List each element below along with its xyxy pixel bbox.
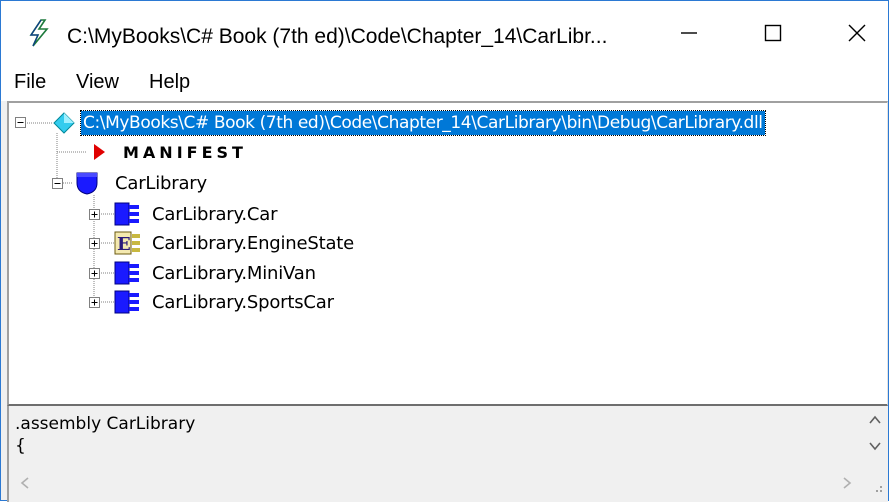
ildasm-window: C:\MyBooks\C# Book (7th ed)\Code\Chapter… [0,0,889,502]
tree-node-type[interactable]: CarLibrary.MiniVan [152,263,316,284]
disassembly-pane[interactable]: .assembly CarLibrary { [7,406,888,502]
resize-grip-icon[interactable] [862,464,888,500]
expand-toggle-minivan[interactable] [89,268,100,279]
manifest-arrow-icon [91,143,107,161]
lightning-pen-icon [27,19,51,47]
svg-text:E: E [117,234,131,255]
maximize-button[interactable] [743,11,803,55]
vertical-scrollbar[interactable] [862,406,888,464]
class-icon [114,202,142,226]
tree-node-type[interactable]: CarLibrary.EngineState [152,233,354,254]
expand-toggle-sportscar[interactable] [89,297,100,308]
minimize-button[interactable] [659,11,719,55]
namespace-shield-icon [75,171,99,195]
tree-node-manifest[interactable]: MANIFEST [123,143,247,162]
close-icon [848,24,866,42]
close-button[interactable] [827,11,887,55]
menu-file[interactable]: File [14,71,46,94]
expand-toggle-car[interactable] [89,209,100,220]
tree-root-path[interactable]: C:\MyBooks\C# Book (7th ed)\Code\Chapter… [80,110,766,136]
tree-node-type[interactable]: CarLibrary.SportsCar [152,292,334,313]
minimize-icon [680,24,698,42]
title-bar[interactable]: C:\MyBooks\C# Book (7th ed)\Code\Chapter… [1,1,888,63]
code-line: .assembly CarLibrary [15,414,196,434]
collapse-toggle-namespace[interactable] [52,178,63,189]
maximize-icon [764,24,782,42]
code-line: { [15,436,26,456]
scroll-left-icon[interactable] [19,476,31,490]
tree-node-type[interactable]: CarLibrary.Car [152,204,277,225]
tree-view[interactable]: C:\MyBooks\C# Book (7th ed)\Code\Chapter… [7,101,888,406]
scroll-down-icon[interactable] [868,440,882,452]
tree-node-namespace[interactable]: CarLibrary [115,173,207,194]
menu-bar: File View Help [1,63,888,101]
class-icon [114,261,142,285]
collapse-toggle-root[interactable] [15,117,26,128]
horizontal-scrollbar[interactable] [9,464,862,500]
window-title: C:\MyBooks\C# Book (7th ed)\Code\Chapter… [67,25,608,48]
expand-toggle-enginestate[interactable] [89,238,100,249]
menu-view[interactable]: View [76,71,119,94]
scroll-right-icon[interactable] [841,476,853,490]
class-icon [114,290,142,314]
menu-help[interactable]: Help [149,71,190,94]
enum-icon: E [114,231,142,255]
scroll-up-icon[interactable] [868,414,882,426]
assembly-diamond-icon [53,112,75,134]
